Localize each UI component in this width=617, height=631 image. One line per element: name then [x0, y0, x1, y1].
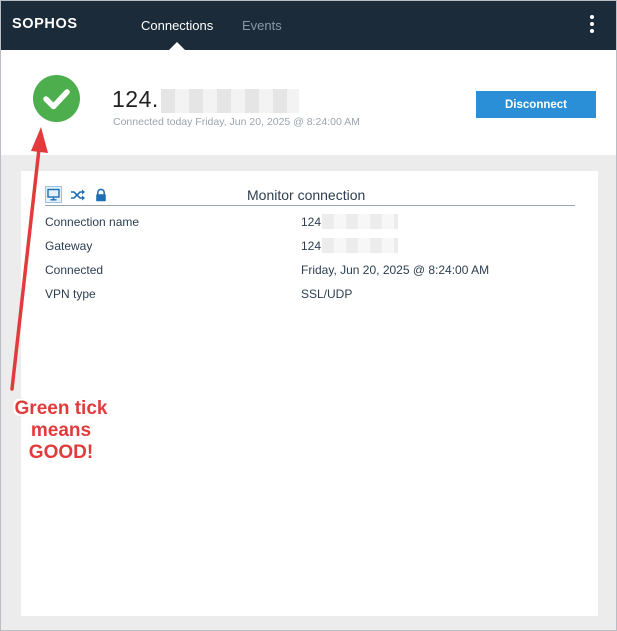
app-window: SOPHOS Connections Events 124. Connected… [0, 0, 617, 631]
annotation-line: Green tick [14, 398, 108, 419]
annotation-line: means [30, 420, 92, 441]
annotation-text: Green tick means GOOD! [1, 398, 121, 464]
annotation-arrow [10, 127, 48, 391]
annotation-line: GOOD! [28, 442, 94, 463]
